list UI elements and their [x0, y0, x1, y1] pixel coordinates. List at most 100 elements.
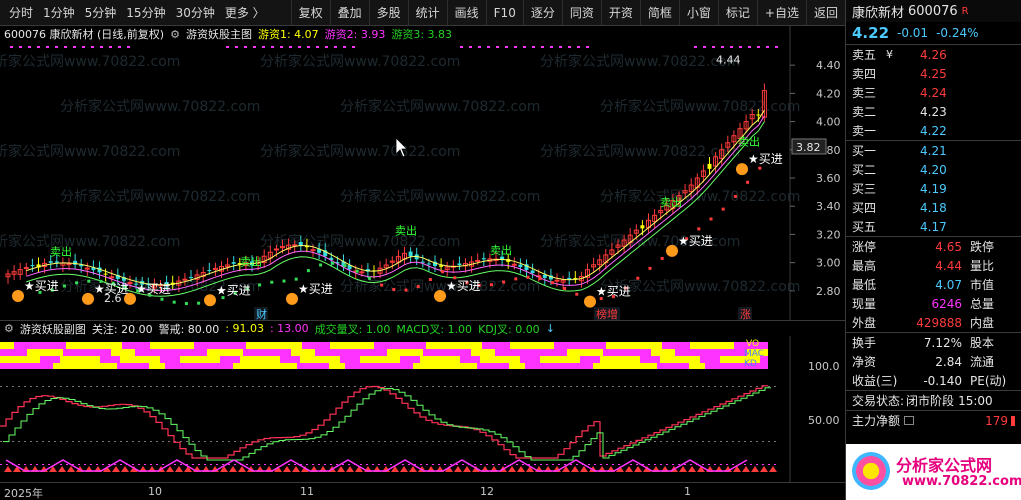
level-dot — [210, 464, 212, 465]
level-dot — [204, 464, 206, 465]
level-dot — [378, 464, 380, 465]
level-dot — [24, 464, 26, 465]
level-dot — [450, 464, 452, 465]
top-dot — [235, 46, 238, 48]
red-marker — [121, 466, 129, 472]
legend-youzi1: 游资1: 4.07 — [257, 28, 319, 41]
signal-band — [603, 349, 651, 356]
level-dot — [30, 464, 32, 465]
band-label: KD — [744, 359, 757, 369]
bid-row[interactable]: 买三 4.19 — [846, 179, 1021, 198]
level-dot — [690, 386, 692, 387]
statistics-button[interactable]: 统计 — [407, 0, 447, 25]
candle-body — [481, 258, 486, 260]
level-dot — [78, 464, 80, 465]
support-dot — [733, 194, 737, 198]
bid-row[interactable]: 买一 4.21 — [846, 141, 1021, 160]
event-tag[interactable]: 榜增 — [596, 307, 618, 320]
bid-row[interactable]: 买五 4.17 — [846, 217, 1021, 236]
logo-url: www.70822.com — [902, 474, 1021, 489]
simple-frame-button[interactable]: 简框 — [639, 0, 679, 25]
kline-canvas[interactable]: 4.404.204.003.803.603.403.203.002.803.82… — [0, 26, 845, 320]
level-dot — [234, 464, 236, 465]
sub-indicator-chart[interactable]: VO MAC KD 100.0 50.00 — [0, 336, 845, 482]
tab-5min[interactable]: 5分钟 — [80, 4, 122, 21]
top-dot — [343, 46, 346, 48]
ask-row[interactable]: 卖三 4.24 — [846, 83, 1021, 102]
ask-row[interactable]: 卖二 4.23 — [846, 102, 1021, 121]
legend-youzi3: 游资3: 3.83 — [391, 28, 453, 41]
tab-more[interactable]: 更多 〉 — [220, 4, 270, 21]
support-dot — [294, 277, 298, 281]
red-marker — [4, 466, 12, 472]
small-window-button[interactable]: 小窗 — [678, 0, 718, 25]
mark-button[interactable]: 标记 — [717, 0, 757, 25]
support-dot — [343, 264, 347, 268]
level-dot — [24, 386, 26, 387]
level-dot — [18, 464, 20, 465]
top-dot — [496, 46, 499, 48]
open-capital-button[interactable]: 开资 — [600, 0, 640, 25]
sell-signal: 卖出 — [490, 243, 512, 257]
top-dot — [91, 46, 94, 48]
bid-label: 买三 — [852, 182, 877, 196]
ask-row[interactable]: 卖五 ¥4.26 — [846, 45, 1021, 64]
event-tag[interactable]: 财 — [256, 307, 267, 320]
event-tag[interactable]: 涨 — [740, 308, 751, 320]
level-dot — [426, 464, 428, 465]
level-dot — [570, 441, 572, 442]
f10-button[interactable]: F10 — [485, 0, 523, 25]
top-dot — [460, 46, 463, 48]
level-dot — [720, 441, 722, 442]
tab-1min[interactable]: 1分钟 — [38, 4, 80, 21]
add-watchlist-button[interactable]: +自选 — [756, 0, 806, 25]
overlay-button[interactable]: 叠加 — [329, 0, 369, 25]
level-dot — [504, 386, 506, 387]
signal-band — [302, 342, 330, 349]
sub-indicator-name[interactable]: 游资妖股副图 — [20, 321, 86, 337]
kline-main-chart[interactable]: 4.40 4.20 4.00 3.80 3.60 3.40 3.20 3.00 2.80 3.82… — [0, 26, 845, 320]
tab-15min[interactable]: 15分钟 — [121, 4, 170, 21]
tab-30min[interactable]: 30分钟 — [171, 4, 220, 21]
draw-line-button[interactable]: 画线 — [446, 0, 486, 25]
level-dot — [636, 464, 638, 465]
bid-row[interactable]: 买四 4.18 — [846, 198, 1021, 217]
signal-band — [660, 356, 700, 363]
ask-row[interactable]: 卖一 4.22 — [846, 121, 1021, 140]
level-dot — [486, 464, 488, 465]
quote-stats-2: 换手 7.12% 股本 净资 2.84 流通 收益(三) -0.140 PE(动) — [846, 332, 1021, 390]
back-button[interactable]: 返回 — [805, 0, 845, 25]
level-dot — [588, 441, 590, 442]
sub-gear-icon[interactable]: ⚙ — [4, 322, 14, 335]
candle-body — [426, 263, 431, 265]
level-dot — [240, 386, 242, 387]
adjust-button[interactable]: 复权 — [290, 0, 330, 25]
main-indicator-name[interactable]: 游资妖股主图 — [186, 26, 252, 42]
multi-stock-button[interactable]: 多股 — [368, 0, 408, 25]
stock-name: 康欣新材 — [852, 5, 905, 21]
sell-signal: 卖出 — [738, 135, 760, 149]
level-dot — [288, 386, 290, 387]
signal-band — [510, 342, 554, 349]
level-dot — [30, 386, 32, 387]
support-dot — [197, 301, 201, 305]
red-marker — [292, 466, 300, 472]
same-capital-button[interactable]: 同资 — [561, 0, 601, 25]
candle-body — [189, 277, 193, 279]
level-dot — [564, 464, 566, 465]
per-minute-button[interactable]: 逐分 — [522, 0, 562, 25]
ask-row[interactable]: 卖四 4.25 — [846, 64, 1021, 83]
level-dot — [642, 441, 644, 442]
stat-label: 收益(三) — [852, 374, 898, 388]
level-dot — [438, 386, 440, 387]
bid-row[interactable]: 买二 4.20 — [846, 160, 1021, 179]
signal-band — [246, 342, 302, 349]
level-dot — [516, 464, 518, 465]
level-dot — [432, 386, 434, 387]
sub-indicator-canvas[interactable]: VOMACKD 100.0 50.00 — [0, 336, 845, 482]
level-dot — [270, 386, 272, 387]
tab-timeshare[interactable]: 分时 — [4, 4, 38, 21]
table-icon[interactable] — [904, 416, 915, 425]
main-flow-row[interactable]: 主力净额 179 — [846, 410, 1021, 430]
indicator-gear-icon[interactable]: ⚙ — [170, 28, 180, 41]
